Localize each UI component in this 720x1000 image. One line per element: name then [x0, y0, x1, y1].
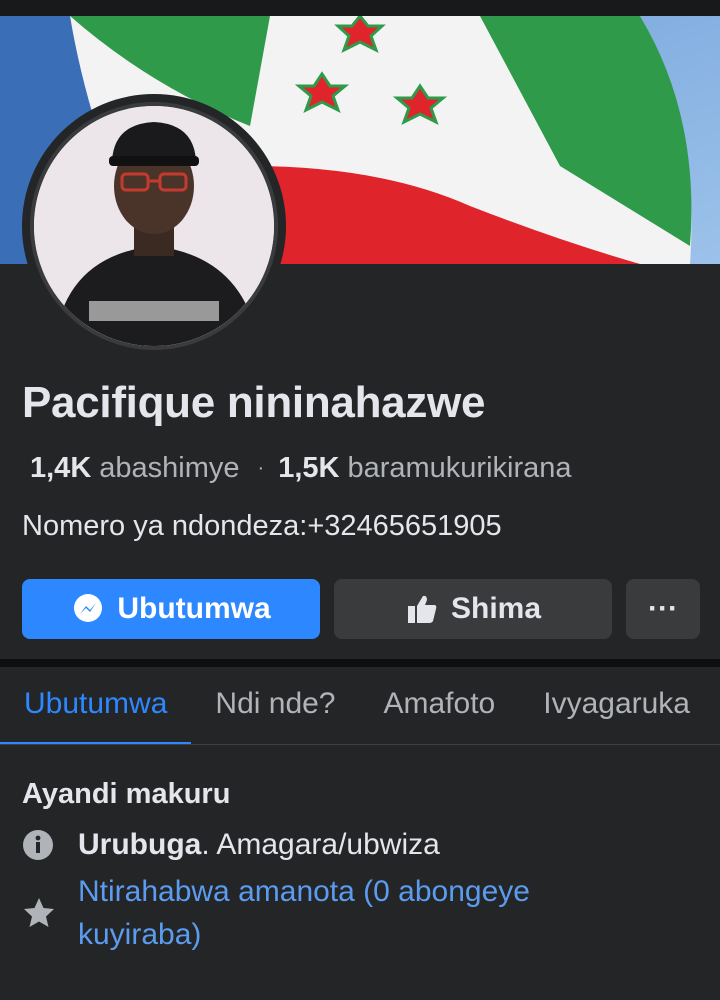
profile-tabs: Ubutumwa Ndi nde? Amafoto Ivyagaruka — [0, 667, 720, 745]
star-icon — [22, 896, 58, 930]
messenger-icon — [71, 592, 105, 626]
more-button-label: ··· — [648, 592, 678, 625]
status-bar — [0, 0, 720, 16]
rating-link[interactable]: Ntirahabwa amanota (0 abongeye kuyiraba) — [78, 870, 618, 956]
like-button[interactable]: Shima — [334, 579, 612, 639]
rating-row[interactable]: Ntirahabwa amanota (0 abongeye kuyiraba) — [22, 870, 618, 956]
likes-count: 1,4K — [30, 452, 92, 484]
profile-photo — [34, 106, 274, 346]
message-button[interactable]: Ubutumwa — [22, 579, 320, 639]
tab-about[interactable]: Ndi nde? — [191, 667, 359, 744]
more-button[interactable]: ··· — [626, 579, 700, 639]
tab-photos[interactable]: Amafoto — [360, 667, 520, 744]
message-button-label: Ubutumwa — [117, 592, 271, 625]
tab-events[interactable]: Ivyagaruka — [519, 667, 714, 744]
page-type-label: Urubuga — [78, 828, 202, 861]
section-divider — [0, 659, 720, 667]
profile-name: Pacifique nininahazwe — [22, 378, 486, 427]
info-icon — [22, 829, 58, 861]
tab-messages[interactable]: Ubutumwa — [0, 667, 192, 744]
about-section-title: Ayandi makuru — [22, 778, 231, 810]
followers-label: baramukurikirana — [347, 452, 572, 484]
separator-dot: · — [257, 457, 265, 479]
thumbs-up-icon — [405, 592, 439, 626]
followers-count: 1,5K — [278, 452, 340, 484]
likes-label: abashimye — [99, 452, 240, 484]
avatar[interactable] — [30, 102, 278, 350]
page-type-row: Urubuga . Amagara/ubwiza — [22, 828, 440, 862]
like-button-label: Shima — [450, 592, 542, 625]
contact-line: Nomero ya ndondeza:+32465651905 — [22, 510, 502, 542]
page-category: . Amagara/ubwiza — [201, 828, 440, 861]
profile-stats: 1,4K abashimye · 1,5K baramukurikirana — [30, 452, 572, 485]
